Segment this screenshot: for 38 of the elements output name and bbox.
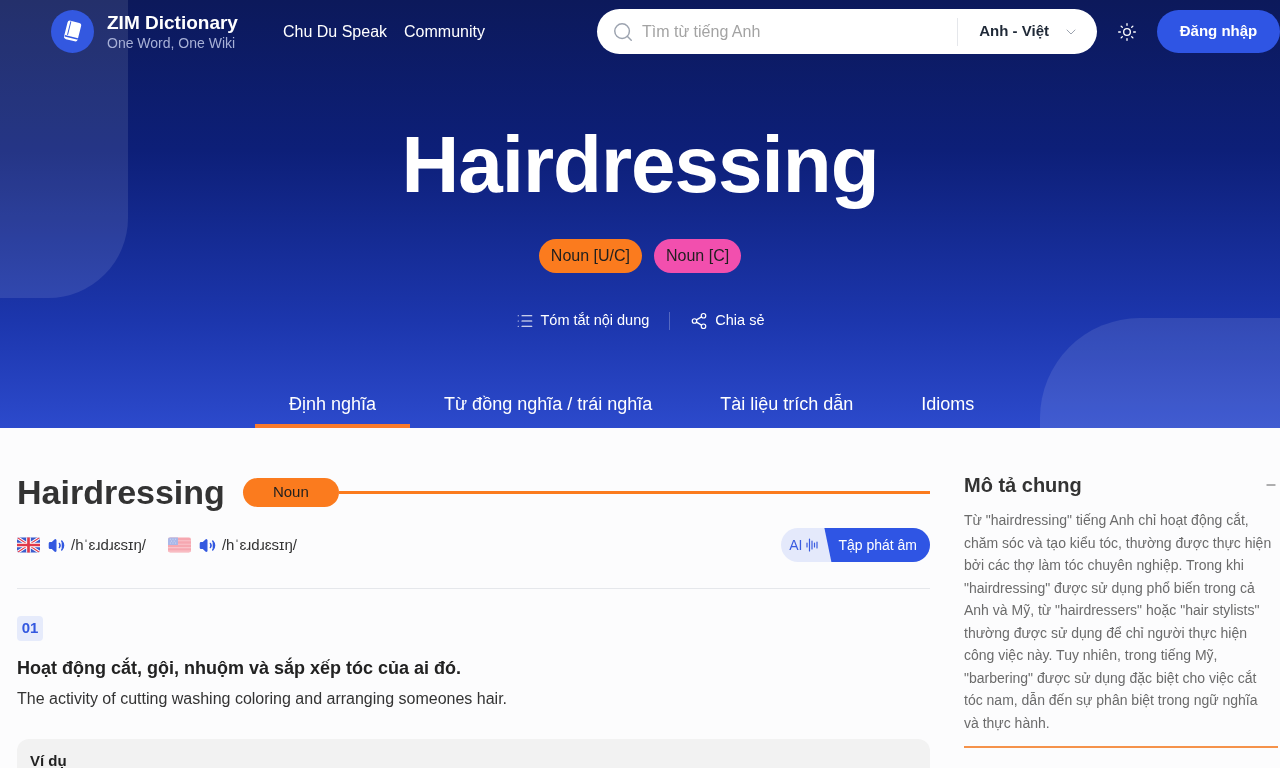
nav-link[interactable]: Chu Du Speak xyxy=(283,19,388,44)
tab[interactable]: Định nghĩa xyxy=(255,380,411,428)
search-bar[interactable]: Tìm từ tiếng Anh Anh - Việt xyxy=(597,9,1097,54)
uk-flag-icon xyxy=(17,537,40,553)
example-heading: Ví dụ xyxy=(30,752,67,768)
share-icon xyxy=(690,312,709,330)
entry-word: Hairdressing xyxy=(17,474,225,510)
sidebar-description: Từ "hairdressing" tiếng Anh chỉ hoạt động cắt, chăm sóc và tạo kiểu tóc, thường được thực hiện bởi các thợ làm tóc chuyên nghiệp. Trong khi "hairdressing" được sử dụng phổ biến trong cả Anh và Mỹ, từ "hairdressers" hoặc "hair stylists" thường được sử dụng để chỉ người thực hiện công việc này. Tuy nhiên, trong tiếng Mỹ, "barbering" được sử dụng đặc biệt cho việc cắt tóc nam, dẫn đến sự phân biệt trong ngữ nghĩa và thực hành. xyxy=(964,511,1273,733)
list-icon xyxy=(515,312,534,330)
part-of-speech-tag: Noun xyxy=(242,477,339,507)
sense-number-badge: 01 xyxy=(17,616,43,641)
meaning-english: The activity of cutting washing coloring and arranging someones hair. xyxy=(17,689,509,709)
nav-link[interactable]: Community xyxy=(404,19,485,44)
tab[interactable]: Idioms xyxy=(887,380,1009,428)
sidebar-title: Mô tả chung xyxy=(964,473,1082,498)
summary-button[interactable]: Tóm tắt nội dung xyxy=(515,310,650,332)
meaning-vietnamese: Hoạt động cắt, gội, nhuộm và sắp xếp tóc của ai đó. xyxy=(17,656,463,680)
ipa-transcription: /hˈɛɹdɹɛsɪŋ/ xyxy=(71,534,146,555)
search-icon xyxy=(612,20,634,43)
ai-label[interactable]: AI xyxy=(789,534,803,556)
site-name: ZIM Dictionary xyxy=(107,11,238,34)
sun-icon xyxy=(1117,21,1137,42)
speaker-icon[interactable] xyxy=(48,536,65,554)
word-type-tag: Noun [U/C] xyxy=(538,239,642,273)
speaker-icon[interactable] xyxy=(198,536,216,554)
waveform-icon xyxy=(806,537,819,553)
practice-pronunciation-button[interactable]: Tập phát âm xyxy=(824,528,930,562)
search-input[interactable]: Tìm từ tiếng Anh xyxy=(642,19,958,44)
ipa-transcription: /hˈɛɹdɹɛsɪŋ/ xyxy=(221,534,297,555)
book-logo-icon xyxy=(51,10,94,53)
language-select[interactable]: Anh - Việt xyxy=(957,17,1079,46)
login-button[interactable]: Đăng nhập xyxy=(1157,10,1280,53)
tab[interactable]: Tài liệu trích dẫn xyxy=(686,380,888,428)
share-button[interactable]: Chia sẻ xyxy=(690,310,765,332)
word-type-tag: Noun [C] xyxy=(654,239,742,273)
tab[interactable]: Từ đồng nghĩa / trái nghĩa xyxy=(410,380,687,428)
site-tagline: One Word, One Wiki xyxy=(107,33,237,52)
us-flag-icon xyxy=(167,537,191,553)
